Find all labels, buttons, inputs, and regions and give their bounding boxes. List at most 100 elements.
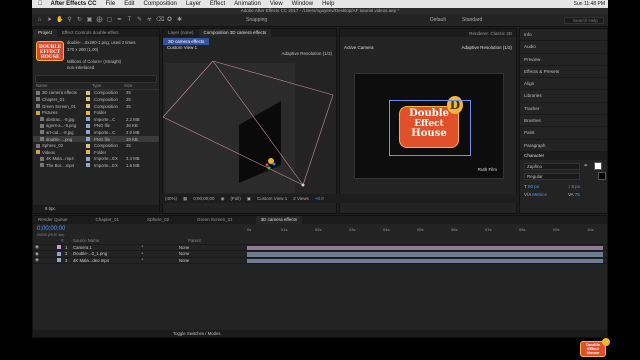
region-icon[interactable]: ▣ <box>247 196 251 202</box>
layer-duration-bar[interactable] <box>247 245 603 250</box>
time-ruler[interactable]: 0s 01s 02s 03s 04s 05s 06s 07s 08s 09s 10s <box>247 227 607 235</box>
panel-tracker[interactable]: Tracker <box>520 103 607 116</box>
camera-position-handle[interactable] <box>301 183 305 187</box>
timeline-tab[interactable]: Chapter_01 <box>91 216 125 224</box>
view-dropdown[interactable]: Custom View 1 <box>257 196 287 201</box>
parent-pickwhip-icon[interactable]: ∘ <box>141 257 179 263</box>
visibility-eye-icon[interactable]: ◉ <box>33 244 41 250</box>
camera-wireframe-view[interactable] <box>163 55 337 205</box>
project-item[interactable]: Pictures Folder <box>33 109 159 116</box>
menu-view[interactable]: View <box>270 1 283 7</box>
project-item[interactable]: 4K Mala...mp4 Importe...EX 3.4 MB <box>33 156 159 163</box>
column-type[interactable]: Type <box>92 83 124 88</box>
project-search-input[interactable] <box>35 75 157 83</box>
zoom-tool-icon[interactable]: ⚲ <box>66 17 73 24</box>
timeline-layer-row[interactable]: ◉ 3 4K Mala...deo.mp4 ∘ None <box>33 257 607 264</box>
label-color-swatch[interactable] <box>86 90 90 95</box>
project-item[interactable]: The Bor....mp4 Importe...EX 1.6 MB <box>33 162 159 169</box>
font-style-dropdown[interactable]: Regular <box>524 172 580 180</box>
menu-layer[interactable]: Layer <box>186 1 201 7</box>
menu-effect[interactable]: Effect <box>210 1 225 7</box>
views-dropdown[interactable]: 2 Views <box>293 196 309 201</box>
label-color-swatch[interactable] <box>86 104 90 109</box>
toggle-switches-modes[interactable]: Toggle Switches / Modes <box>173 331 221 336</box>
layer-label-swatch[interactable] <box>57 251 61 256</box>
project-item[interactable]: Chapter_01 Composition 25 <box>33 96 159 103</box>
layer-label-swatch[interactable] <box>57 258 61 263</box>
layer-duration-bar[interactable] <box>247 258 603 263</box>
resolution-dropdown[interactable]: (Full) <box>231 196 241 201</box>
project-item[interactable]: abstrac...-9.jpg Importe...C 2.2 MB <box>33 116 159 123</box>
eraser-tool-icon[interactable]: ⌫ <box>156 17 164 24</box>
menu-window[interactable]: Window <box>292 1 313 7</box>
label-color-swatch[interactable] <box>86 137 90 142</box>
viewer-timecode[interactable]: 0;00;00;00 <box>193 196 214 201</box>
parent-pickwhip-icon[interactable]: ∘ <box>141 244 179 250</box>
fill-color-swatch[interactable] <box>594 161 602 170</box>
label-color-swatch[interactable] <box>86 130 90 135</box>
project-item[interactable]: Green Screen_01 Composition 25 <box>33 103 159 110</box>
label-color-swatch[interactable] <box>86 97 90 102</box>
help-search-input[interactable]: Search Help <box>564 17 604 24</box>
project-item[interactable]: Sphere_02 Composition 25 <box>33 142 159 149</box>
column-source-name[interactable]: Source Name <box>73 238 148 243</box>
panel-info[interactable]: Info <box>520 29 607 42</box>
label-color-swatch[interactable] <box>86 123 90 128</box>
menu-file[interactable]: File <box>106 1 116 7</box>
exposure-value[interactable]: +0.0 <box>315 196 324 201</box>
hand-tool-icon[interactable]: ✋ <box>56 17 63 24</box>
eyedropper-icon[interactable]: ✒ <box>584 163 590 169</box>
leading-value[interactable]: 5 px <box>572 184 581 189</box>
panel-preview[interactable]: Preview <box>520 54 607 66</box>
project-item[interactable]: double-....png PNG file 19 KB <box>33 135 159 143</box>
rotate-tool-icon[interactable]: ↻ <box>76 17 83 24</box>
selection-tool-icon[interactable]: ➤ <box>46 17 53 24</box>
project-item[interactable]: art-cal....-9.jpg Importe...C 2.0 MB <box>33 129 159 136</box>
label-color-swatch[interactable] <box>86 156 90 161</box>
double-effect-house-logo[interactable]: D Double Effect House <box>389 96 471 156</box>
project-item[interactable]: 3D camera effects Composition 25 <box>33 90 159 97</box>
zoom-dropdown[interactable]: (40%) <box>165 196 177 201</box>
stroke-color-swatch[interactable] <box>598 171 606 180</box>
character-panel-title[interactable]: Character <box>520 151 607 160</box>
composition-canvas[interactable]: D Double Effect House Ruth Film <box>354 73 504 179</box>
bpc-label[interactable]: 8 bpc <box>45 206 56 211</box>
renderer-value[interactable]: Classic 3D <box>490 31 512 36</box>
timeline-tab[interactable]: Render Queue <box>33 216 73 224</box>
panel-brushes[interactable]: Brushes <box>520 115 607 128</box>
type-tool-icon[interactable]: T <box>126 17 133 24</box>
project-item[interactable]: agent-a...-9.png PNG file 36 KB <box>33 123 159 130</box>
visibility-eye-icon[interactable]: ◉ <box>33 257 41 263</box>
roto-brush-tool-icon[interactable]: ✪ <box>166 17 173 24</box>
visibility-eye-icon[interactable]: ◉ <box>33 251 41 257</box>
label-color-swatch[interactable] <box>86 117 90 122</box>
home-icon[interactable]: ⌂ <box>36 17 43 24</box>
tab-effect-controls[interactable]: Effect Controls double-effect <box>57 29 124 37</box>
panel-effects-presets[interactable]: Effects & Presets <box>520 66 607 79</box>
tab-project[interactable]: Project <box>33 29 58 37</box>
rectangle-tool-icon[interactable]: ▢ <box>106 17 113 24</box>
layer-duration-bar[interactable] <box>247 252 603 257</box>
pen-tool-icon[interactable]: ✒ <box>116 17 123 24</box>
font-family-dropdown[interactable]: Zapfino <box>524 162 580 170</box>
panel-audio[interactable]: Audio <box>520 41 607 54</box>
menu-edit[interactable]: Edit <box>124 1 134 7</box>
layer-label-swatch[interactable] <box>57 245 61 250</box>
workspace-standard[interactable]: Standard <box>462 17 482 23</box>
label-color-swatch[interactable] <box>86 110 90 115</box>
menu-app[interactable]: After Effects CC <box>51 1 97 7</box>
parent-dropdown[interactable]: None <box>179 245 209 250</box>
timeline-tab[interactable]: Green Screen_01 <box>192 216 238 224</box>
label-color-swatch[interactable] <box>86 163 90 168</box>
clone-stamp-tool-icon[interactable]: ☣ <box>146 17 153 24</box>
timeline-tab[interactable]: 3D camera effects <box>255 216 303 224</box>
kerning-value[interactable]: Metrics <box>532 192 547 197</box>
camera-tool-icon[interactable]: ▣ <box>86 17 93 24</box>
timeline-tab[interactable]: Sphere_02 <box>142 216 174 224</box>
workspace-default[interactable]: Default <box>430 17 446 23</box>
panel-align[interactable]: Align <box>520 78 607 91</box>
panel-paragraph[interactable]: Paragraph <box>520 140 607 152</box>
column-size[interactable]: Size <box>124 83 144 88</box>
pan-behind-tool-icon[interactable]: ⨁ <box>96 17 103 24</box>
label-color-swatch[interactable] <box>86 150 90 155</box>
